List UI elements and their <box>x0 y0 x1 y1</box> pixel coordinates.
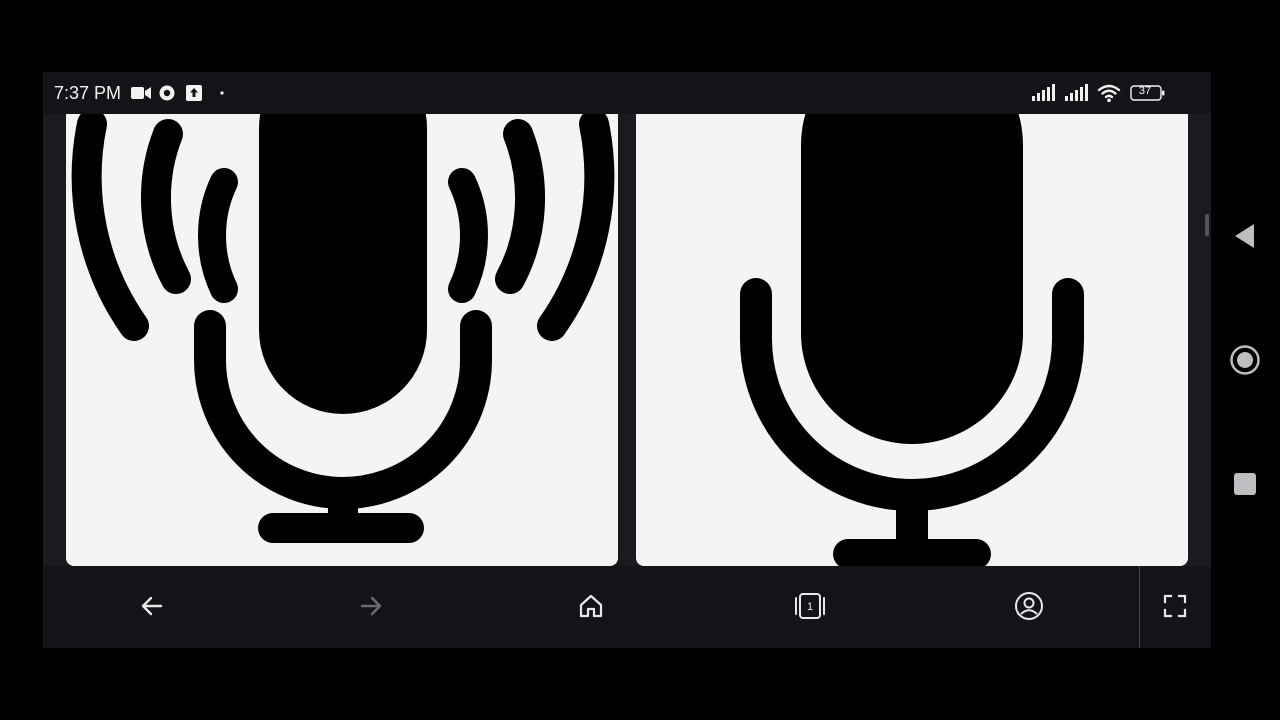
toolbar-divider <box>1139 566 1140 648</box>
signal-bars-icon <box>1031 83 1057 108</box>
battery-icon: 37 <box>1130 83 1166 103</box>
status-right-icons: 37 <box>1031 83 1171 103</box>
home-circle-icon <box>1230 345 1260 375</box>
image-tile-microphone[interactable] <box>636 114 1188 566</box>
dot-icon <box>219 84 225 107</box>
account-button[interactable] <box>1007 584 1051 628</box>
android-nav-bar <box>1211 72 1280 648</box>
upload-icon <box>185 84 203 107</box>
browser-toolbar: 1 <box>43 566 1211 648</box>
fullscreen-icon <box>1163 594 1187 618</box>
tab-switcher-icon: 1 <box>795 593 825 619</box>
home-button[interactable] <box>569 584 613 628</box>
battery-level: 37 <box>1138 85 1152 97</box>
nav-home-button[interactable] <box>1225 340 1265 380</box>
nav-recents-button[interactable] <box>1225 464 1265 504</box>
back-button[interactable] <box>130 584 174 628</box>
status-time: 7:37 PM <box>54 83 122 103</box>
wifi-icon <box>1097 83 1121 108</box>
status-bar: 7:37 PM 37 <box>43 72 1211 114</box>
nav-back-button[interactable] <box>1225 216 1265 256</box>
back-arrow-icon <box>141 596 163 616</box>
tab-count: 1 <box>807 601 813 613</box>
phone-screen: 7:37 PM 37 1 <box>43 72 1211 648</box>
scroll-handle[interactable] <box>1205 214 1209 236</box>
fullscreen-button[interactable] <box>1153 584 1197 628</box>
microphone-icon <box>740 114 1084 566</box>
account-icon <box>1015 592 1043 620</box>
video-camera-icon <box>130 84 152 107</box>
recents-square-icon <box>1234 473 1256 495</box>
home-icon <box>579 594 603 618</box>
tab-switcher-button[interactable]: 1 <box>788 584 832 628</box>
image-grid[interactable] <box>43 114 1211 566</box>
forward-arrow-icon <box>360 596 382 616</box>
image-tile-microphone-with-waves[interactable] <box>66 114 618 566</box>
back-triangle-icon <box>1235 224 1254 248</box>
signal-bars-icon <box>1064 83 1090 108</box>
microphone-with-sound-waves-icon <box>71 114 615 543</box>
chat-bubble-icon <box>158 84 176 107</box>
forward-button[interactable] <box>349 584 393 628</box>
